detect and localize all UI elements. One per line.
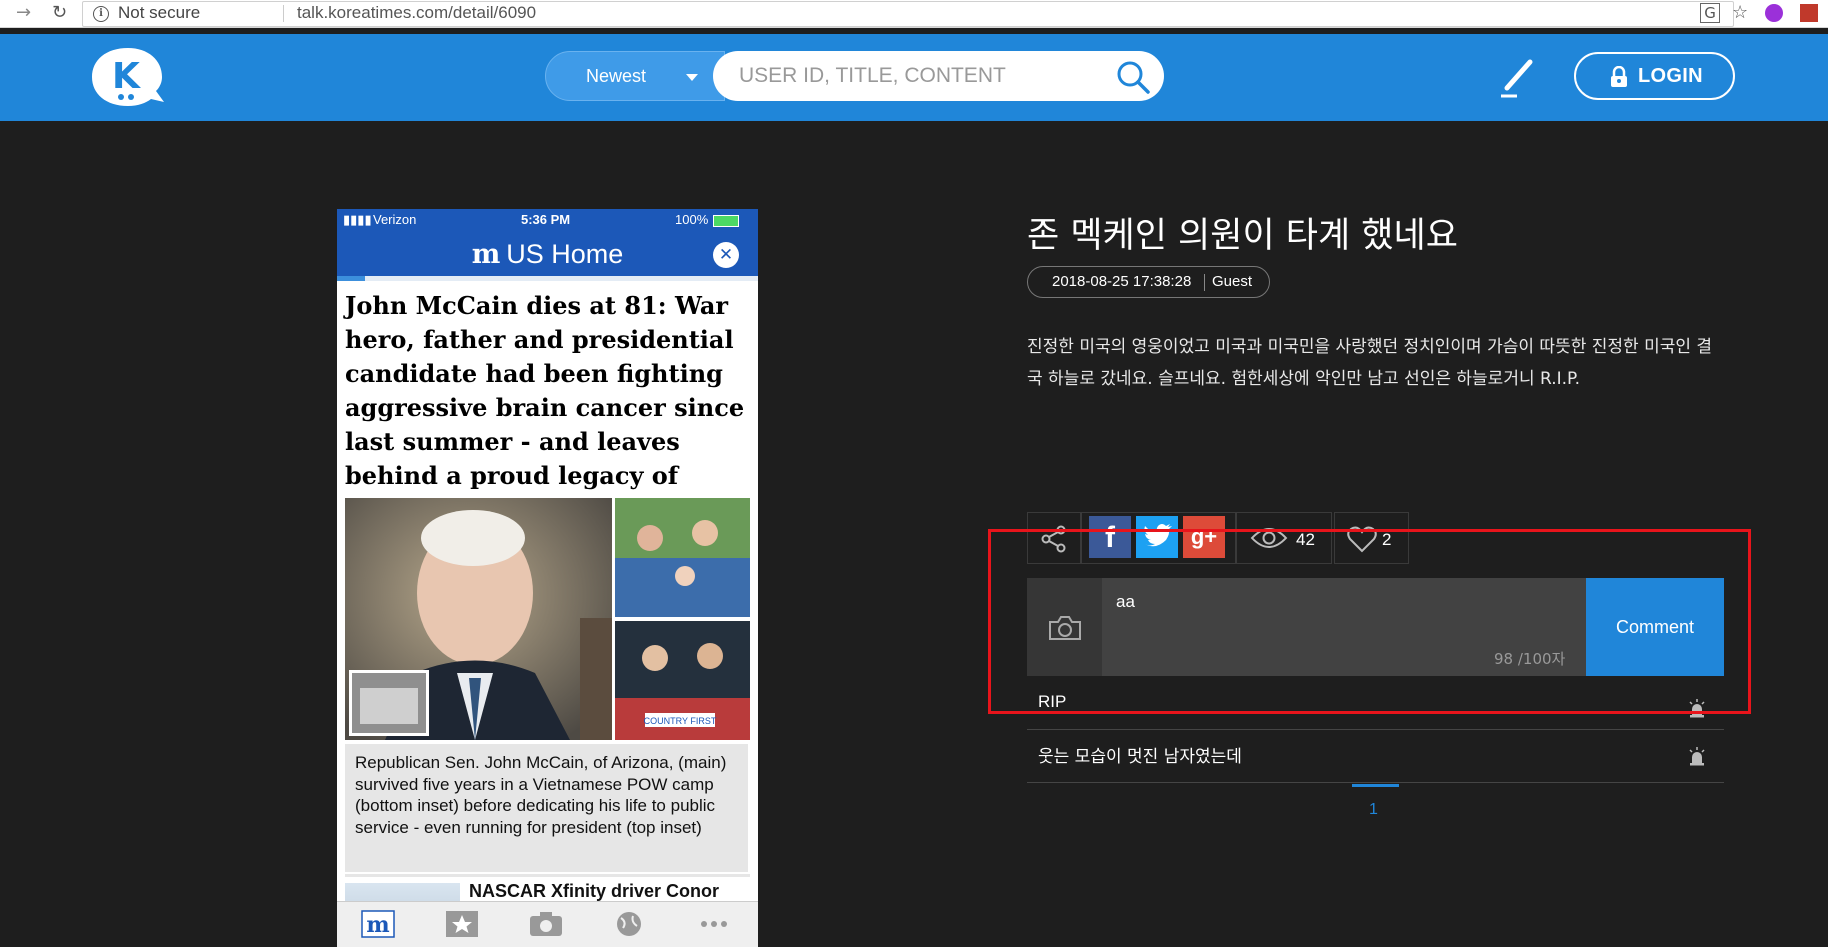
report-siren-icon[interactable] [1688, 746, 1706, 766]
views-box [1236, 512, 1332, 564]
article-divider [345, 874, 750, 877]
search-input[interactable] [713, 51, 1164, 101]
article-caption: Republican Sen. John McCain, of Arizona,… [355, 753, 727, 837]
camera-tab-icon [530, 912, 562, 936]
eye-icon [1250, 528, 1288, 548]
battery-label: 100% [675, 212, 709, 227]
phone-nav-title-text: US Home [506, 239, 624, 269]
share-button[interactable] [1027, 512, 1081, 564]
forward-icon[interactable]: → [16, 0, 31, 25]
comment-form: aa 98 /100자 Comment [1027, 578, 1724, 676]
svg-text:m: m [366, 912, 389, 938]
login-label: LOGIN [1638, 65, 1703, 87]
current-page-indicator [1352, 784, 1399, 787]
article-headline: John McCain dies at 81: War hero, father… [345, 291, 745, 524]
info-icon[interactable]: i [93, 6, 109, 22]
post-image: ▮▮▮▮ Verizon 5:36 PM 100% m US Home ✕ Joh… [337, 209, 758, 947]
carrier-label: Verizon [373, 212, 417, 227]
heart-icon [1347, 526, 1377, 553]
battery-icon [713, 215, 739, 227]
twitter-icon[interactable] [1136, 516, 1178, 558]
post-meta: 2018-08-25 17:38:28 Guest [1027, 266, 1270, 298]
facebook-icon[interactable]: f [1089, 516, 1131, 558]
like-button[interactable] [1334, 512, 1409, 564]
meta-divider [1204, 274, 1205, 291]
lock-icon [1611, 66, 1627, 87]
extension-icon[interactable] [1765, 4, 1783, 22]
address-divider [283, 5, 284, 22]
post-body: 진정한 미국의 영웅이었고 미국과 미국민을 사랑했던 정치인이며 가슴이 따뜻… [1027, 337, 1713, 389]
phone-progress-bar [337, 276, 758, 281]
globe-tab-icon [617, 912, 641, 936]
campaign-sign-text: COUNTRY FIRST [644, 716, 717, 726]
article-photo-collage: COUNTRY FIRST [345, 498, 750, 740]
phone-tab-bar: m [337, 901, 758, 947]
home-tab-icon: m [361, 910, 395, 938]
google-plus-icon[interactable]: g+ [1183, 516, 1225, 558]
browser-toolbar: → ↻ i Not secure talk.koreatimes.com/det… [0, 0, 1828, 28]
char-counter: 98 /100자 [1494, 650, 1566, 668]
pencil-icon[interactable] [1497, 58, 1539, 100]
comment-text: RIP [1038, 692, 1067, 711]
status-time: 5:36 PM [521, 212, 571, 227]
comment-item: 웃는 모습이 멋진 남자였는데 [1027, 730, 1724, 782]
address-bar[interactable]: i Not secure talk.koreatimes.com/detail/… [82, 1, 1734, 27]
translate-icon[interactable]: G [1700, 3, 1720, 23]
article-caption-box: Republican Sen. John McCain, of Arizona,… [345, 744, 748, 872]
profile-extension-icon[interactable] [1800, 4, 1818, 22]
pagination-page-1[interactable]: 1 [1369, 801, 1378, 819]
svg-text:K: K [112, 56, 141, 97]
like-count: 2 [1382, 530, 1392, 549]
sort-label: Newest [586, 66, 647, 86]
comment-text: 웃는 모습이 멋진 남자였는데 [1038, 747, 1242, 767]
report-siren-icon[interactable] [1688, 698, 1706, 718]
bookmark-star-icon[interactable]: ☆ [1732, 2, 1748, 24]
close-icon: ✕ [713, 242, 739, 268]
share-icon [1041, 525, 1066, 553]
url-text[interactable]: talk.koreatimes.com/detail/6090 [297, 3, 536, 23]
favorites-tab-icon [446, 911, 478, 937]
dailymail-logo: m [471, 239, 501, 270]
phone-nav-bar: m US Home ✕ [337, 231, 758, 276]
next-article-title: NASCAR Xfinity driver Conor [469, 881, 720, 901]
phone-nav-title: m US Home [337, 239, 758, 270]
comment-item: RIP [1027, 688, 1724, 730]
comment-submit-button[interactable]: Comment [1586, 578, 1724, 676]
view-count: 42 [1296, 530, 1315, 549]
search-bar: Newest [545, 51, 1164, 101]
comment-divider [1027, 782, 1724, 783]
site-header: K Newest LOGIN [0, 34, 1828, 121]
attach-photo-button[interactable] [1027, 578, 1102, 676]
post-date: 2018-08-25 17:38:28 [1052, 273, 1192, 290]
phone-status-bar: ▮▮▮▮ Verizon 5:36 PM 100% [337, 209, 758, 231]
koreatimes-talk-logo[interactable]: K [90, 44, 166, 110]
post-author: Guest [1212, 273, 1253, 290]
camera-icon [1049, 616, 1081, 640]
search-icon[interactable] [1115, 59, 1151, 95]
security-label: Not secure [118, 3, 201, 22]
more-tab-icon [701, 921, 727, 927]
reload-icon[interactable]: ↻ [52, 0, 67, 25]
sort-dropdown[interactable]: Newest [545, 51, 725, 101]
chevron-down-icon [686, 74, 698, 81]
signal-icon: ▮▮▮▮ [343, 212, 372, 227]
post-title: 존 멕케인 의원이 타계 했네요 [1027, 216, 1458, 256]
login-button[interactable]: LOGIN [1574, 52, 1735, 100]
